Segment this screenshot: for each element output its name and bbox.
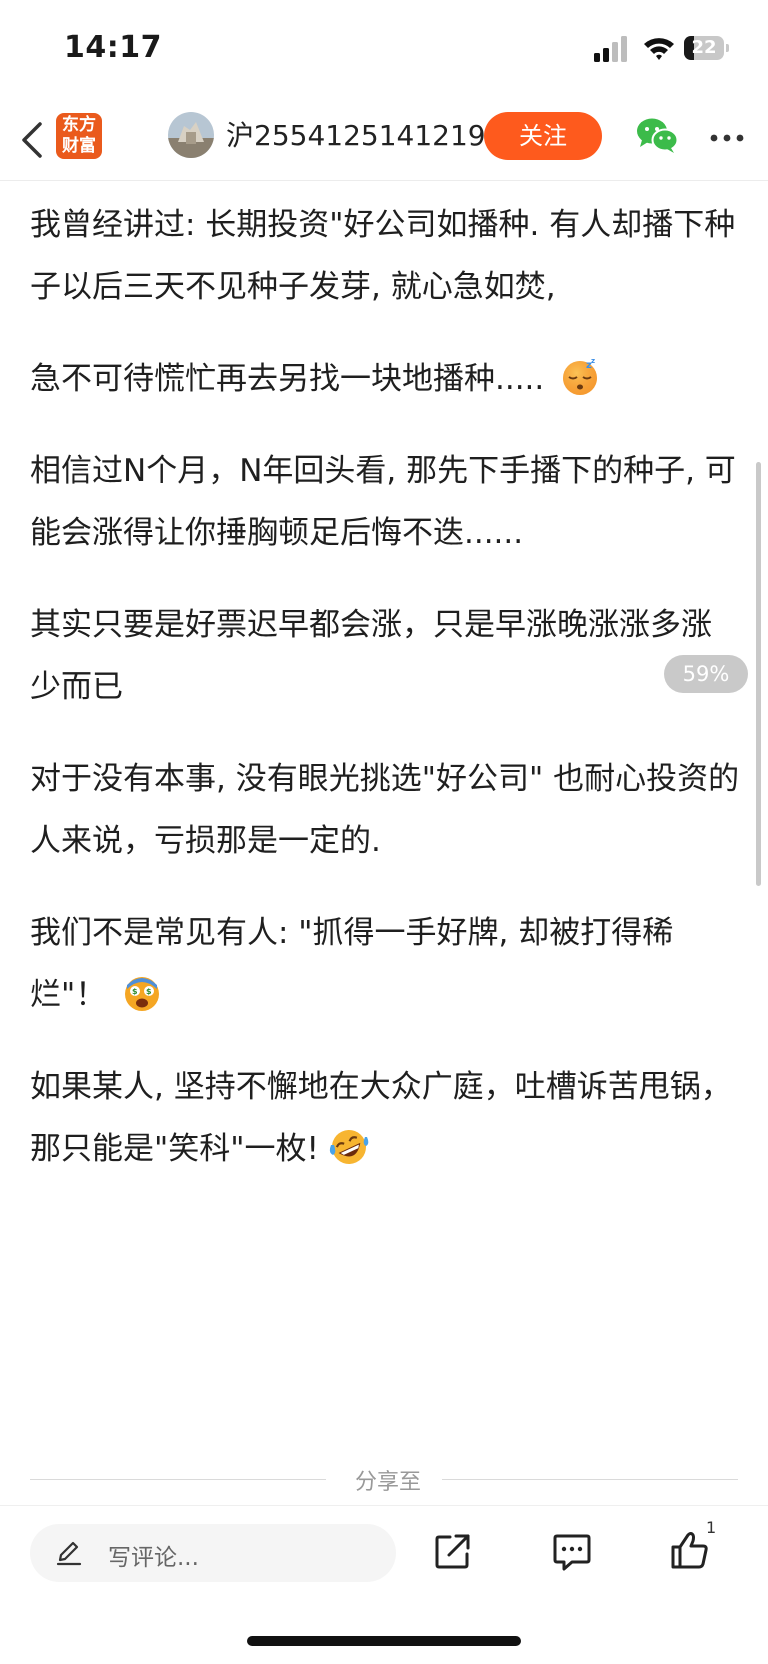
follow-button[interactable]: 关注 — [484, 112, 602, 160]
sleepy-face-emoji-icon: z z — [563, 357, 598, 395]
rolling-laughing-face-emoji-icon — [329, 1130, 369, 1164]
battery-level: 22 — [691, 37, 717, 58]
svg-text:z: z — [591, 357, 595, 365]
comments-icon[interactable] — [552, 1532, 592, 1572]
battery-icon: 22 — [684, 36, 730, 60]
logo-text-line2: 财富 — [62, 136, 96, 156]
scrollbar[interactable] — [756, 462, 761, 886]
article-paragraph: 我曾经讲过: 长期投资"好公司如播种. 有人却播下种子以后三天不见种子发芽, 就… — [30, 207, 736, 305]
wechat-share-icon[interactable] — [636, 116, 678, 154]
svg-text:$: $ — [132, 987, 138, 996]
scroll-percent-badge: 59% — [664, 655, 748, 693]
avatar[interactable] — [168, 112, 214, 158]
status-time: 14:17 — [64, 30, 162, 65]
share-divider: 分享至 — [30, 1464, 738, 1495]
top-nav-bar: 东方 财富 沪2554125141219 关注 — [0, 100, 768, 181]
home-indicator — [247, 1636, 521, 1646]
comment-placeholder: 写评论... — [108, 1545, 199, 1571]
more-options-icon[interactable] — [710, 134, 744, 142]
bottom-toolbar: 写评论... 1 — [0, 1505, 768, 1664]
status-bar: 14:17 22 — [0, 0, 768, 100]
pencil-icon — [56, 1541, 82, 1566]
like-count: 1 — [706, 1518, 717, 1537]
divider-line — [442, 1479, 738, 1480]
article-paragraph: 我们不是常见有人: "抓得一手好牌, 却被打得稀烂"！ $ $ — [30, 915, 674, 1013]
divider-line — [30, 1479, 326, 1480]
money-mouth-shocked-face-emoji-icon: $ $ — [125, 977, 160, 1011]
article-paragraph: 急不可待慌忙再去另找一块地播种..... z z — [30, 348, 740, 410]
share-external-icon[interactable] — [434, 1532, 472, 1570]
article-body: 我曾经讲过: 长期投资"好公司如播种. 有人却播下种子以后三天不见种子发芽, 就… — [30, 180, 740, 1180]
author-username[interactable]: 沪2554125141219 — [226, 114, 486, 154]
article-paragraph: 相信过N个月，N年回头看, 那先下手播下的种子, 可能会涨得让你捶胸顿足后悔不迭… — [30, 453, 736, 551]
eastmoney-logo[interactable]: 东方 财富 — [56, 113, 102, 159]
article-paragraph: 对于没有本事, 没有眼光挑选"好公司" 也耐心投资的人来说，亏损那是一定的. — [30, 761, 740, 859]
svg-text:$: $ — [146, 987, 152, 996]
back-chevron-icon[interactable] — [18, 118, 46, 162]
logo-text-line1: 东方 — [62, 115, 96, 135]
share-label: 分享至 — [354, 1470, 421, 1495]
article-paragraph: 如果某人, 坚持不懈地在大众广庭，吐槽诉苦甩锅，那只能是"笑科"一枚! — [30, 1056, 740, 1180]
wifi-icon — [644, 38, 674, 60]
article-paragraph: 其实只要是好票迟早都会涨，只是早涨晚涨涨多涨少而已 — [30, 607, 712, 705]
comment-input[interactable]: 写评论... — [30, 1524, 396, 1582]
thumbs-up-icon[interactable] — [670, 1530, 710, 1570]
cellular-signal-icon — [594, 36, 627, 62]
